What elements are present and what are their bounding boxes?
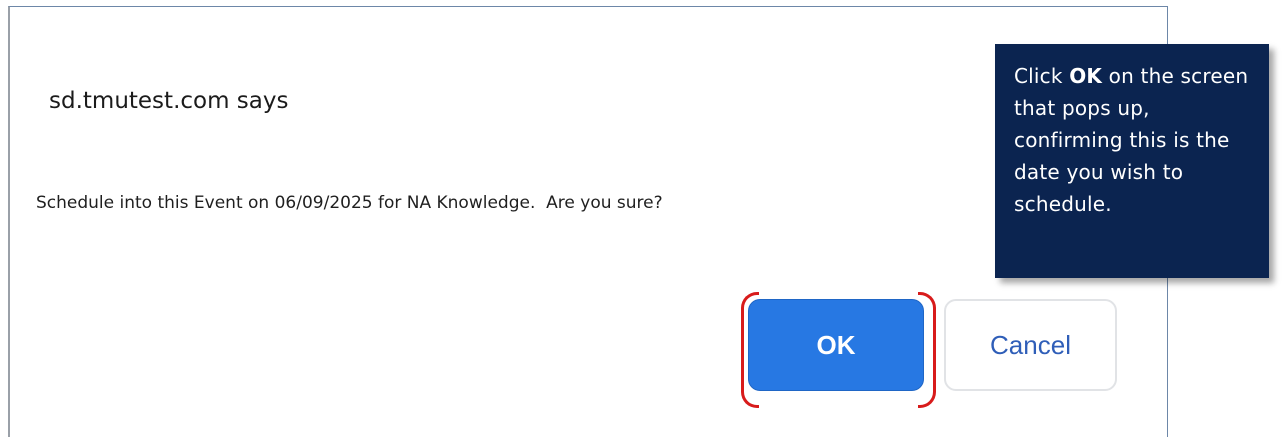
highlight-bracket-left [741, 292, 759, 408]
screenshot-stage: sd.tmutest.com says Schedule into this E… [0, 0, 1282, 437]
dialog-title: sd.tmutest.com says [49, 88, 289, 114]
instruction-callout: Click OK on the screen that pops up, con… [995, 44, 1269, 278]
highlight-bracket-right [918, 292, 936, 408]
cancel-button[interactable]: Cancel [944, 299, 1117, 391]
callout-text-highlight: OK [1069, 64, 1103, 88]
ok-button[interactable]: OK [748, 299, 924, 391]
dialog-message: Schedule into this Event on 06/09/2025 f… [36, 193, 663, 213]
callout-text-prefix: Click [1014, 64, 1070, 88]
